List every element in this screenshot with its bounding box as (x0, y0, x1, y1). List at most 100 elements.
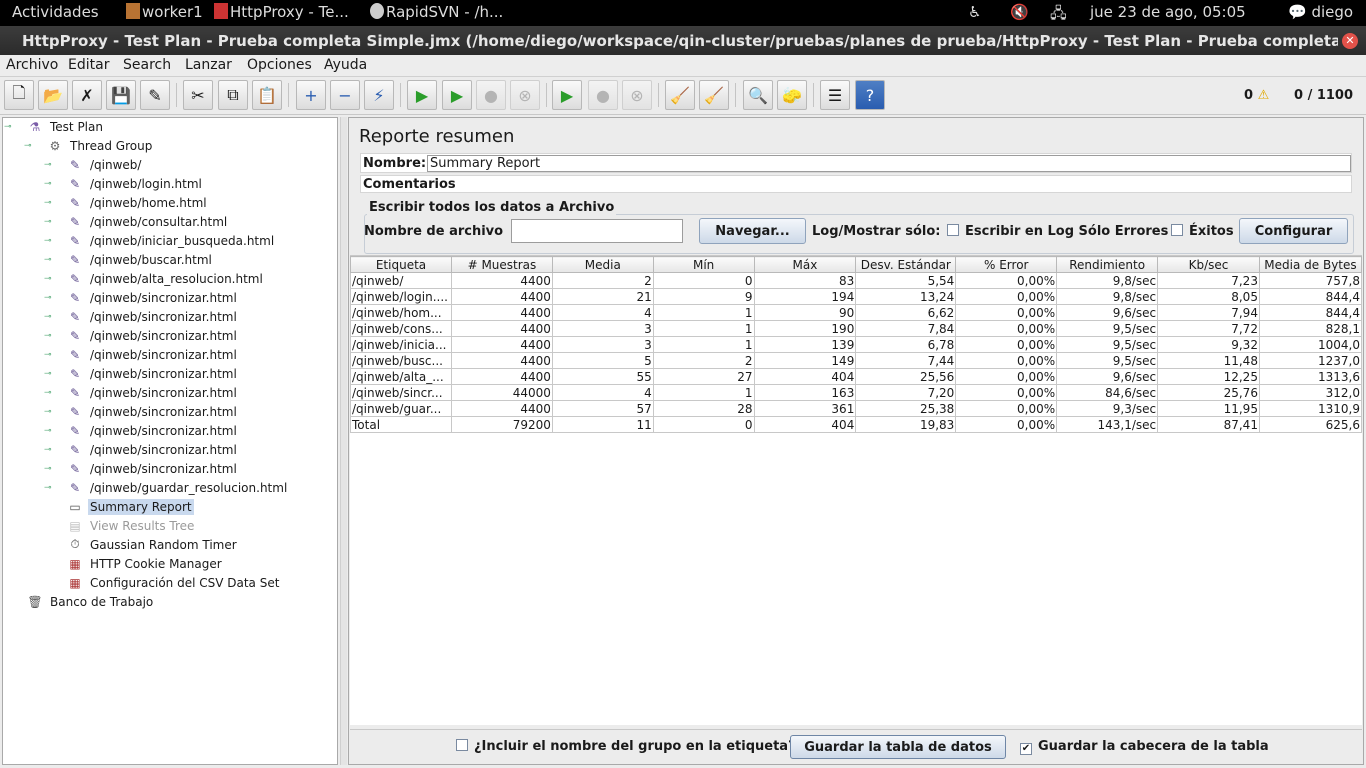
open-icon[interactable]: 📂 (38, 80, 68, 110)
column-header[interactable]: Desv. Estándar (855, 256, 957, 273)
tree-node-sampler[interactable]: ⊸ ✎ /qinweb/sincronizar.html (44, 383, 239, 402)
collapse-icon[interactable]: − (330, 80, 360, 110)
column-header[interactable]: Etiqueta (350, 256, 452, 273)
comments-input[interactable] (451, 176, 1351, 192)
tree-node-csv-data-set[interactable]: ▦ Configuración del CSV Data Set (66, 573, 281, 592)
search-icon[interactable]: 🔍 (743, 80, 773, 110)
table-row[interactable]: /qinweb/cons... 4400 3 1 190 7,84 0,00% 9,5/sec… (350, 320, 1363, 337)
paste-icon[interactable]: 📋 (252, 80, 282, 110)
success-option[interactable]: Éxitos (1171, 224, 1234, 239)
tree-toggle-icon[interactable]: ⊸ (44, 369, 52, 379)
task-httpproxy[interactable]: HttpProxy - Te... (214, 3, 349, 21)
remote-shutdown-icon[interactable]: ⊗ (622, 80, 652, 110)
warning-counter[interactable]: 0 ⚠ (1244, 88, 1269, 103)
save-icon[interactable]: 💾 (106, 80, 136, 110)
filename-input[interactable] (511, 219, 683, 243)
table-row[interactable]: /qinweb/4400 2 0 83 5,54 0,00% 9,8/sec 7,23 757,… (350, 272, 1363, 289)
table-row[interactable]: /qinweb/guar... 4400 57 28 361 25,38 0,00% 9,3/… (350, 400, 1363, 417)
tree-toggle-icon[interactable]: ⊸ (44, 293, 52, 303)
menu-ayuda[interactable]: Ayuda (324, 57, 367, 73)
new-icon[interactable]: 🗋 (4, 80, 34, 110)
browse-button[interactable]: Navegar... (699, 218, 806, 244)
tree-toggle-icon[interactable]: ⊸ (44, 426, 52, 436)
tree-toggle-icon[interactable]: ⊸ (24, 141, 32, 151)
menu-lanzar[interactable]: Lanzar (185, 57, 232, 73)
tree-node-sampler[interactable]: ⊸ ✎ /qinweb/ (44, 155, 143, 174)
column-header[interactable]: Máx (753, 256, 857, 273)
tree-toggle-icon[interactable]: ⊸ (44, 464, 52, 474)
tree-node-sampler[interactable]: ⊸ ✎ /qinweb/buscar.html (44, 250, 214, 269)
close-icon[interactable]: ✕ (1342, 33, 1358, 49)
remote-start-icon[interactable]: ▶ (552, 80, 582, 110)
remote-stop-icon[interactable]: ● (588, 80, 618, 110)
function-helper-icon[interactable]: ☰ (820, 80, 850, 110)
tree-toggle-icon[interactable]: ⊸ (44, 483, 52, 493)
tree-node-sampler[interactable]: ⊸ ✎ /qinweb/home.html (44, 193, 209, 212)
splitter[interactable] (340, 117, 347, 765)
name-input[interactable]: Summary Report (427, 155, 1351, 172)
menu-archivo[interactable]: Archivo (6, 57, 58, 73)
save-as-icon[interactable]: ✎ (140, 80, 170, 110)
table-row[interactable]: /qinweb/sincr... 44000 4 1 163 7,20 0,00% 84,6/… (350, 384, 1363, 401)
tree-toggle-icon[interactable]: ⊸ (44, 160, 52, 170)
tree-node-sampler[interactable]: ⊸ ✎ /qinweb/sincronizar.html (44, 421, 239, 440)
stop-icon[interactable]: ● (476, 80, 506, 110)
tree-node-sampler[interactable]: ⊸ ✎ /qinweb/guardar_resolucion.html (44, 478, 289, 497)
include-group-checkbox[interactable] (456, 739, 468, 751)
column-header[interactable]: Kb/sec (1157, 256, 1260, 273)
tree-toggle-icon[interactable]: ⊸ (44, 179, 52, 189)
tree-node-sampler[interactable]: ⊸ ✎ /qinweb/sincronizar.html (44, 345, 239, 364)
clear-all-icon[interactable]: 🧹 (699, 80, 729, 110)
cut-icon[interactable]: ✂ (183, 80, 213, 110)
tree-node-sampler[interactable]: ⊸ ✎ /qinweb/sincronizar.html (44, 326, 239, 345)
help-icon[interactable]: ? (855, 80, 885, 110)
tree-toggle-icon[interactable]: ⊸ (44, 331, 52, 341)
tree-toggle-icon[interactable]: ⊸ (44, 274, 52, 284)
errors-only-checkbox[interactable] (947, 224, 959, 236)
success-checkbox[interactable] (1171, 224, 1183, 236)
tree-toggle-icon[interactable]: ⊸ (44, 350, 52, 360)
column-header[interactable]: Media (551, 256, 654, 273)
column-header[interactable]: Rendimiento (1056, 256, 1159, 273)
start-no-pauses-icon[interactable]: ▶ (442, 80, 472, 110)
tree-node-view-results-tree[interactable]: ▤ View Results Tree (66, 516, 196, 535)
tree-node-gaussian-timer[interactable]: ⏱ Gaussian Random Timer (66, 535, 239, 554)
tree-node-sampler[interactable]: ⊸ ✎ /qinweb/alta_resolucion.html (44, 269, 265, 288)
window-titlebar[interactable]: HttpProxy - Test Plan - Prueba completa … (0, 26, 1366, 55)
results-table[interactable]: Etiqueta # Muestras Media Mín Máx Desv. Están… (350, 255, 1363, 725)
menu-editar[interactable]: Editar (68, 57, 109, 73)
toggle-icon[interactable]: ⚡ (364, 80, 394, 110)
tree-node-sampler[interactable]: ⊸ ✎ /qinweb/sincronizar.html (44, 402, 239, 421)
table-row[interactable]: /qinweb/login.... 4400 21 9 194 13,24 0,00% 9,8… (350, 288, 1363, 305)
errors-only-option[interactable]: Escribir en Log Sólo Errores (947, 224, 1168, 239)
tree-toggle-icon[interactable]: ⊸ (44, 236, 52, 246)
tree-node-sampler[interactable]: ⊸ ✎ /qinweb/sincronizar.html (44, 307, 239, 326)
save-header-checkbox[interactable]: ✔ (1020, 743, 1032, 755)
tree-node-sampler[interactable]: ⊸ ✎ /qinweb/iniciar_busqueda.html (44, 231, 276, 250)
table-row[interactable]: /qinweb/hom... 4400 4 1 90 6,62 0,00% 9,6/sec 7,… (350, 304, 1363, 321)
tree-node-sampler[interactable]: ⊸ ✎ /qinweb/login.html (44, 174, 204, 193)
tree-toggle-icon[interactable]: ⊸ (44, 407, 52, 417)
expand-icon[interactable]: + (296, 80, 326, 110)
column-header[interactable]: # Muestras (450, 256, 553, 273)
tree-node-sampler[interactable]: ⊸ ✎ /qinweb/consultar.html (44, 212, 229, 231)
tree-node-workbench[interactable]: 🗑 Banco de Trabajo (26, 592, 155, 611)
tree-toggle-icon[interactable]: ⊸ (44, 217, 52, 227)
column-header[interactable]: % Error (955, 256, 1058, 273)
tree-node-sampler[interactable]: ⊸ ✎ /qinweb/sincronizar.html (44, 288, 239, 307)
copy-icon[interactable]: ⧉ (218, 80, 248, 110)
tree-node-thread-group[interactable]: ⊸ ⚙ Thread Group (24, 136, 154, 155)
tree-node-sampler[interactable]: ⊸ ✎ /qinweb/sincronizar.html (44, 459, 239, 478)
activities-button[interactable]: Actividades (12, 3, 99, 21)
tree-node-sampler[interactable]: ⊸ ✎ /qinweb/sincronizar.html (44, 440, 239, 459)
table-row[interactable]: Total 79200 11 0 404 19,83 0,00% 143,1/sec 87,41… (350, 416, 1363, 433)
user-menu[interactable]: 💬 diego (1288, 3, 1353, 21)
tree-node-sampler[interactable]: ⊸ ✎ /qinweb/sincronizar.html (44, 364, 239, 383)
tree-toggle-icon[interactable]: ⊸ (44, 312, 52, 322)
column-header[interactable]: Media de Bytes (1258, 256, 1363, 273)
task-rapidsvn[interactable]: RapidSVN - /h... (370, 3, 503, 21)
tree-toggle-icon[interactable]: ⊸ (4, 122, 12, 132)
accessibility-icon[interactable]: ♿ (968, 3, 981, 21)
tree-toggle-icon[interactable]: ⊸ (44, 255, 52, 265)
include-group-option[interactable]: ¿Incluir el nombre del grupo en la etiqu… (456, 739, 796, 754)
